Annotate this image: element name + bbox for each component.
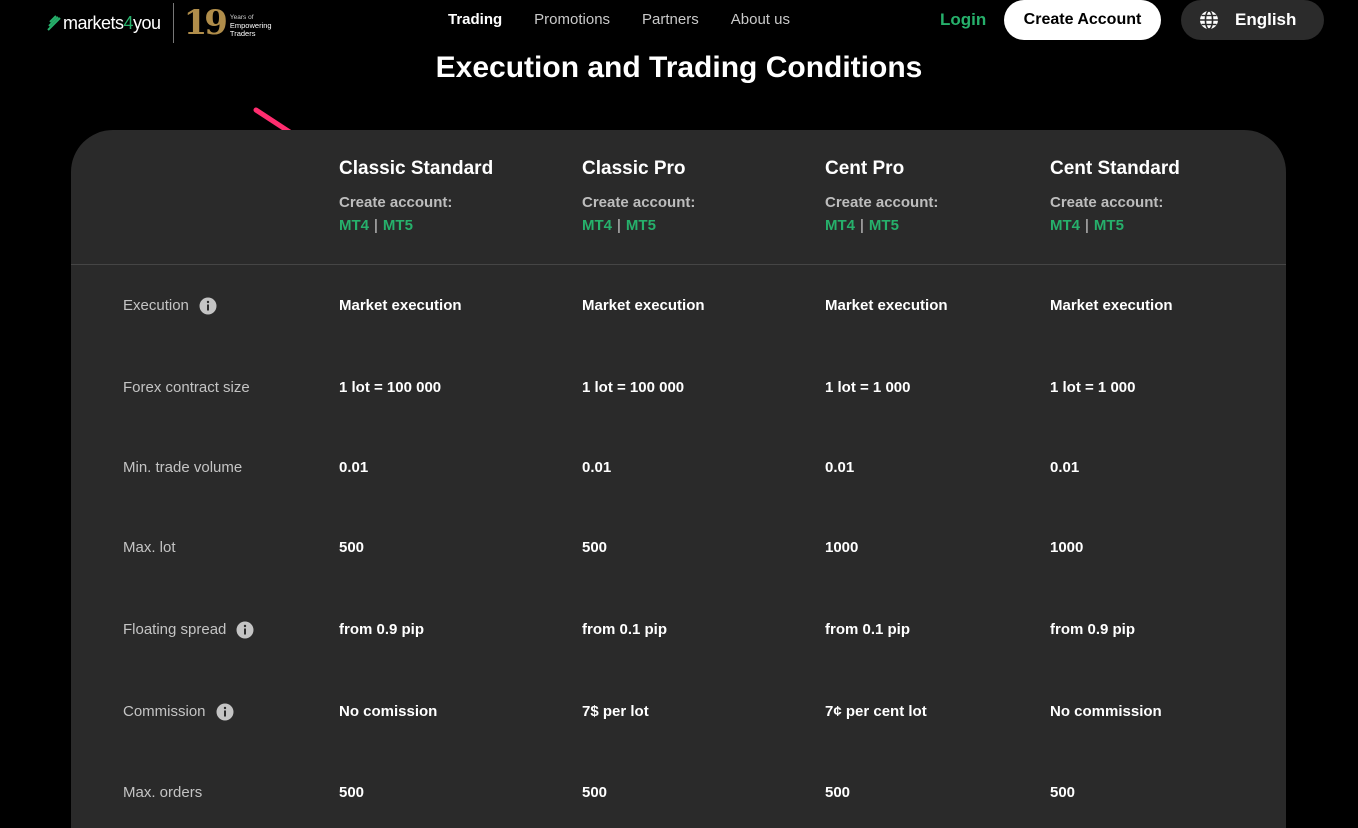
table-cell: 7$ per lot bbox=[582, 703, 649, 720]
logo-wordmark: markets4you bbox=[63, 12, 161, 33]
column-title: Cent Standard bbox=[1050, 158, 1180, 179]
table-cell: 1 lot = 1 000 bbox=[825, 379, 911, 396]
table-cell: 1 lot = 1 000 bbox=[1050, 379, 1136, 396]
table-cell: 500 bbox=[582, 784, 608, 801]
create-account-label: Create account: bbox=[582, 194, 696, 211]
link-separator: | bbox=[374, 217, 378, 234]
mt4-link[interactable]: MT4 bbox=[582, 217, 612, 235]
create-account-label: Create account: bbox=[1050, 194, 1164, 211]
create-account-label: Create account: bbox=[339, 194, 453, 211]
table-cell: No comission bbox=[339, 703, 438, 720]
table-cell: Market execution bbox=[339, 297, 462, 314]
table-cell: 0.01 bbox=[339, 459, 369, 476]
table-cell: 500 bbox=[825, 784, 851, 801]
column-title: Cent Pro bbox=[825, 158, 905, 179]
table-cell: 1000 bbox=[1050, 539, 1084, 556]
table-cell: 500 bbox=[339, 539, 365, 556]
column-cent-pro: Cent Pro Create account: MT4 | MT5 bbox=[825, 158, 938, 235]
nav-promotions[interactable]: Promotions bbox=[534, 10, 610, 30]
table-cell: 0.01 bbox=[825, 459, 855, 476]
login-link[interactable]: Login bbox=[940, 10, 986, 30]
column-title: Classic Pro bbox=[582, 158, 686, 179]
language-label: English bbox=[1235, 10, 1297, 29]
site-header: markets4you 19 Years of Empowering Trade… bbox=[0, 0, 1358, 43]
table-cell: from 0.9 pip bbox=[339, 621, 425, 638]
nav-partners[interactable]: Partners bbox=[642, 10, 699, 30]
nav-about-us[interactable]: About us bbox=[731, 10, 790, 30]
logo-leaf-icon bbox=[47, 15, 61, 31]
table-cell: No commission bbox=[1050, 703, 1162, 720]
badge-number: 19 bbox=[183, 3, 228, 43]
table-cell: 1 lot = 100 000 bbox=[582, 379, 685, 396]
link-separator: | bbox=[617, 217, 621, 234]
row-label-max-orders: Max. orders bbox=[123, 784, 203, 801]
table-cell: Market execution bbox=[825, 297, 948, 314]
column-classic-pro: Classic Pro Create account: MT4 | MT5 bbox=[582, 158, 695, 235]
mt5-link[interactable]: MT5 bbox=[383, 217, 413, 235]
column-title: Classic Standard bbox=[339, 158, 494, 179]
column-cent-standard: Cent Standard Create account: MT4 | MT5 bbox=[1050, 158, 1180, 235]
badge-caption: Years of Empowering Traders bbox=[229, 14, 272, 38]
column-classic-standard: Classic Standard Create account: MT4 | M… bbox=[339, 158, 493, 235]
mt5-link[interactable]: MT5 bbox=[869, 217, 899, 235]
table-cell: 500 bbox=[339, 784, 365, 801]
create-account-button[interactable]: Create Account bbox=[1004, 0, 1161, 40]
link-separator: | bbox=[860, 217, 864, 234]
logo-divider bbox=[172, 3, 174, 43]
info-icon[interactable] bbox=[216, 703, 234, 721]
brand-logo[interactable]: markets4you 19 Years of Empowering Trade… bbox=[46, 3, 272, 43]
info-icon[interactable] bbox=[199, 297, 217, 315]
table-cell: 500 bbox=[582, 539, 608, 556]
mt5-link[interactable]: MT5 bbox=[1094, 217, 1124, 235]
globe-icon bbox=[1200, 10, 1218, 30]
table-cell: from 0.9 pip bbox=[1050, 621, 1136, 638]
table-cell: 0.01 bbox=[582, 459, 612, 476]
link-separator: | bbox=[1085, 217, 1089, 234]
anniversary-badge: 19 Years of Empowering Traders bbox=[184, 6, 272, 40]
mt4-link[interactable]: MT4 bbox=[1050, 217, 1080, 235]
row-label-execution: Execution bbox=[123, 296, 217, 316]
info-icon[interactable] bbox=[236, 621, 254, 639]
create-account-label: Create account: bbox=[825, 194, 939, 211]
language-selector[interactable]: English bbox=[1181, 0, 1324, 40]
table-cell: Market execution bbox=[1050, 297, 1173, 314]
table-cell: Market execution bbox=[582, 297, 705, 314]
row-label-min-trade-volume: Min. trade volume bbox=[123, 459, 243, 476]
table-cell: from 0.1 pip bbox=[825, 621, 911, 638]
mt4-link[interactable]: MT4 bbox=[825, 217, 855, 235]
row-label-floating-spread: Floating spread bbox=[123, 620, 254, 640]
mt5-link[interactable]: MT5 bbox=[626, 217, 656, 235]
table-cell: 1000 bbox=[825, 539, 859, 556]
table-cell: 7¢ per cent lot bbox=[825, 703, 927, 720]
table-header-divider bbox=[71, 264, 1286, 265]
section-title: Execution and Trading Conditions bbox=[435, 51, 923, 84]
table-cell: 0.01 bbox=[1050, 459, 1080, 476]
row-label-forex-contract-size: Forex contract size bbox=[123, 379, 250, 396]
main-nav: Trading Promotions Partners About us bbox=[448, 10, 822, 30]
table-cell: 500 bbox=[1050, 784, 1076, 801]
mt4-link[interactable]: MT4 bbox=[339, 217, 369, 235]
row-label-max-lot: Max. lot bbox=[123, 539, 176, 556]
row-label-commission: Commission bbox=[123, 702, 234, 722]
nav-trading[interactable]: Trading bbox=[448, 10, 502, 30]
table-cell: 1 lot = 100 000 bbox=[339, 379, 442, 396]
table-cell: from 0.1 pip bbox=[582, 621, 668, 638]
